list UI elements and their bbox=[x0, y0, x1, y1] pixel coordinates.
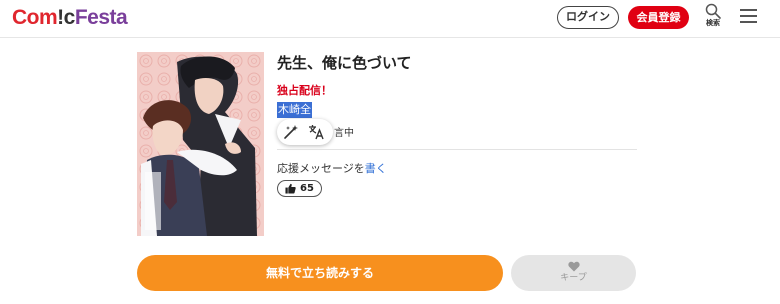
search-label: 検索 bbox=[706, 19, 720, 27]
search-icon bbox=[705, 3, 721, 19]
cheer-prefix-text: 応援メッセージを bbox=[277, 162, 365, 175]
site-header: Com!cFesta ログイン 会員登録 検索 bbox=[0, 0, 780, 38]
book-title: 先生、俺に色づいて bbox=[277, 54, 412, 72]
register-button[interactable]: 会員登録 bbox=[628, 6, 689, 29]
serialization-status: 言中 bbox=[334, 128, 354, 139]
divider bbox=[277, 149, 637, 150]
translate-icon[interactable] bbox=[308, 124, 324, 140]
book-cover-image[interactable] bbox=[137, 52, 264, 236]
author-link[interactable]: 木崎全 bbox=[277, 102, 312, 118]
keep-button[interactable]: キープ bbox=[511, 255, 636, 291]
cheer-message-row: 応援メッセージを書く bbox=[277, 160, 387, 176]
cheer-write-link[interactable]: 書く bbox=[365, 162, 387, 175]
like-count: 65 bbox=[300, 183, 314, 194]
site-logo[interactable]: Com!cFesta bbox=[12, 6, 128, 30]
cover-illustration bbox=[137, 52, 264, 236]
search-button[interactable]: 検索 bbox=[702, 2, 724, 34]
logo-text-exclamation: !c bbox=[57, 6, 75, 29]
thumbs-up-icon bbox=[285, 183, 296, 194]
logo-text-com: Com bbox=[12, 6, 58, 29]
read-free-button[interactable]: 無料で立ち読みする bbox=[137, 255, 503, 291]
magic-wand-icon[interactable] bbox=[283, 124, 299, 140]
like-button[interactable]: 65 bbox=[277, 180, 322, 197]
heart-icon bbox=[567, 261, 580, 272]
exclusive-badge: 独占配信！ bbox=[277, 84, 332, 97]
logo-text-festa: Festa bbox=[74, 6, 128, 29]
login-button[interactable]: ログイン bbox=[557, 6, 619, 29]
selection-toolbar bbox=[277, 119, 333, 145]
keep-label: キープ bbox=[560, 273, 587, 283]
hamburger-menu-icon[interactable] bbox=[740, 9, 757, 23]
